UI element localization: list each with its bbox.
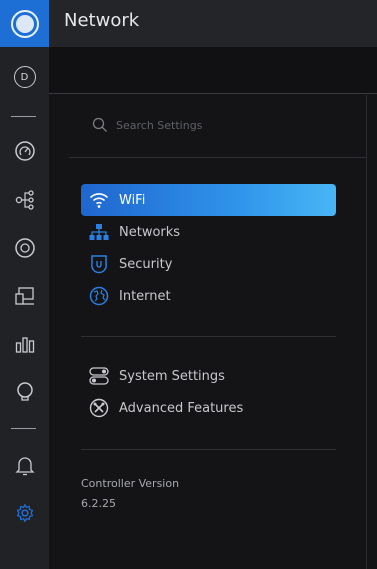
page-title: Network [64, 10, 140, 31]
topology-icon [15, 190, 34, 210]
rail-item-topology[interactable] [0, 180, 49, 220]
rail-item-alerts[interactable] [0, 445, 49, 485]
clients-icon [14, 287, 34, 305]
alerts-icon [14, 457, 35, 476]
rail-divider [11, 116, 36, 117]
settings-nav-security[interactable]: Security [81, 248, 336, 280]
rail-divider [11, 428, 36, 429]
left-rail: D [0, 0, 49, 569]
statistics-icon [15, 337, 34, 353]
rail-item-settings[interactable] [0, 493, 49, 533]
settings-nav-label: Advanced Features [119, 400, 244, 416]
settings-icon [16, 503, 33, 523]
controller-version-title: Controller Version [81, 477, 180, 490]
app-window: D Network Search Settings WiFi Networks … [0, 0, 377, 569]
settings-nav-networks[interactable]: Networks [81, 216, 336, 248]
panel-divider [366, 95, 367, 569]
search-settings[interactable]: Search Settings [92, 117, 202, 133]
toggles-icon [88, 365, 110, 387]
ubiquiti-logo[interactable] [0, 0, 49, 47]
wifi-icon [88, 189, 110, 211]
top-bar: Network [49, 0, 377, 47]
group-divider [81, 449, 336, 450]
search-underline [69, 157, 367, 158]
search-input[interactable]: Search Settings [116, 119, 202, 132]
logo-ring-icon [10, 9, 39, 38]
globe-icon [88, 285, 110, 307]
rail-item-clients[interactable] [0, 276, 49, 316]
rail-item-statistics[interactable] [0, 324, 49, 364]
avatar: D [13, 66, 36, 88]
settings-nav-internet[interactable]: Internet [81, 280, 336, 312]
controller-version-value: 6.2.25 [81, 497, 116, 510]
rail-item-dashboard[interactable] [0, 131, 49, 171]
security-shield-icon [88, 253, 110, 275]
sub-header [49, 47, 377, 94]
advanced-tools-icon [88, 397, 110, 419]
dashboard-icon [14, 141, 35, 161]
networks-icon [88, 221, 110, 243]
settings-nav-label: Internet [119, 288, 171, 304]
group-divider [81, 336, 336, 337]
settings-nav-label: WiFi [119, 192, 146, 208]
search-icon [92, 117, 107, 132]
devices-icon [14, 238, 35, 258]
settings-nav-label: Security [119, 256, 173, 272]
settings-nav-wifi[interactable]: WiFi [81, 184, 336, 216]
user-avatar-button[interactable]: D [0, 57, 49, 97]
rail-item-insights[interactable] [0, 372, 49, 412]
settings-nav-system-settings[interactable]: System Settings [81, 360, 336, 392]
settings-nav-label: System Settings [119, 368, 225, 384]
rail-item-devices[interactable] [0, 228, 49, 268]
settings-nav-label: Networks [119, 224, 181, 240]
settings-nav-advanced-features[interactable]: Advanced Features [81, 392, 336, 424]
insights-icon [16, 382, 33, 401]
settings-panel: Search Settings WiFi Networks Security I… [49, 95, 367, 569]
